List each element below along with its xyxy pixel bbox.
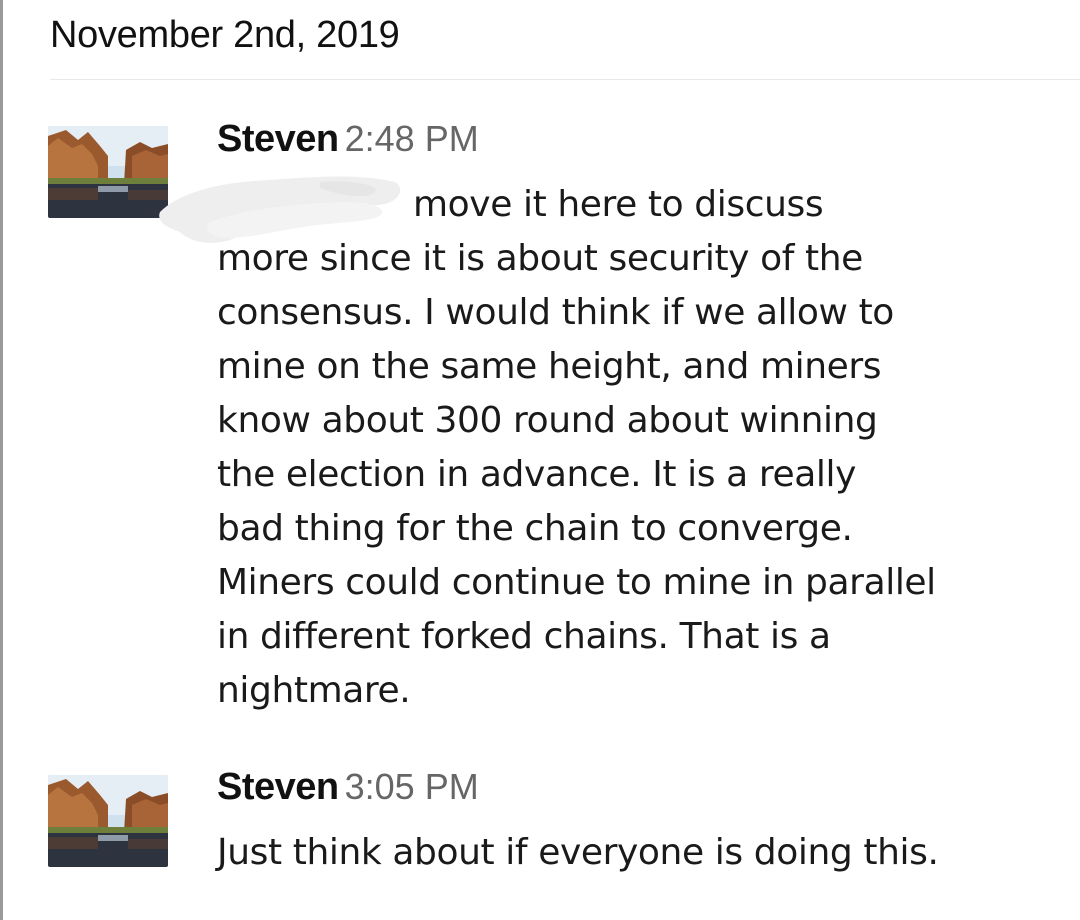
date-divider: November 2nd, 2019 (50, 14, 400, 56)
message-line: bad thing for the chain to converge. (217, 508, 853, 549)
message-line: nightmare. (217, 670, 411, 711)
message-timestamp[interactable]: 3:05 PM (345, 766, 479, 807)
message-line: in different forked chains. That is a (217, 616, 831, 657)
sender-name[interactable]: Steven (217, 766, 339, 808)
avatar[interactable] (48, 126, 168, 218)
window-edge (0, 0, 3, 920)
message-line: mine on the same height, and miners (217, 346, 882, 387)
message-line: the election in advance. It is a really (217, 454, 857, 495)
message-text: Just think about if everyone is doing th… (217, 826, 1037, 880)
message-header: Steven 2:48 PM (217, 118, 479, 161)
message-line: Miners could continue to mine in paralle… (217, 562, 936, 603)
message-line: move it here to discuss (413, 184, 824, 225)
message-header: Steven 3:05 PM (217, 766, 479, 809)
message-line: know about 300 round about winning (217, 400, 878, 441)
message-timestamp[interactable]: 2:48 PM (345, 118, 479, 159)
sender-name[interactable]: Steven (217, 118, 339, 160)
message-line: Just think about if everyone is doing th… (217, 832, 939, 873)
message-line: consensus. I would think if we allow to (217, 292, 894, 333)
date-divider-line (50, 79, 1080, 80)
message-text: move it here to discuss more since it is… (217, 178, 1037, 718)
landscape-photo-icon (48, 775, 168, 867)
message-line: more since it is about security of the (217, 238, 863, 279)
avatar[interactable] (48, 775, 168, 867)
landscape-photo-icon (48, 126, 168, 218)
